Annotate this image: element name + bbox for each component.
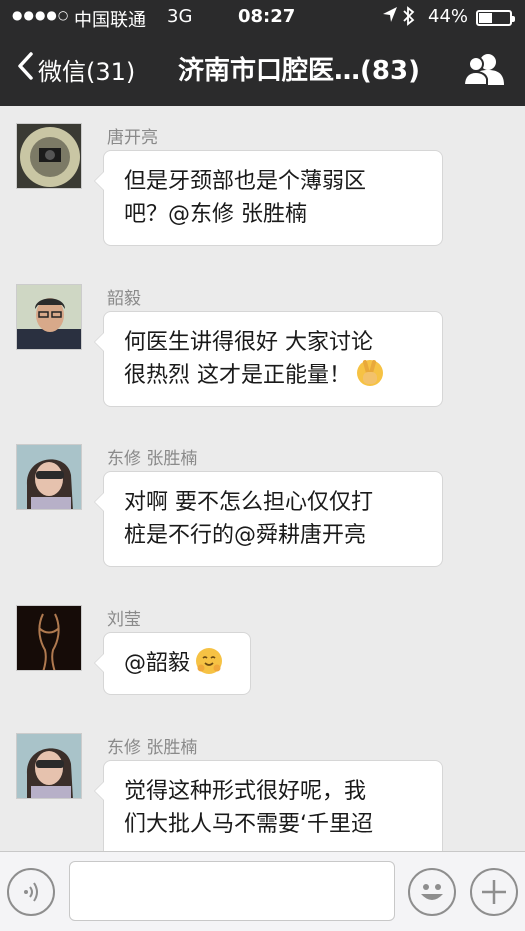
avatar[interactable] [16, 605, 82, 671]
message-line: 桩是不行的@舜耕唐开亮 [124, 523, 367, 548]
status-time: 08:27 [238, 6, 296, 27]
signal-strength: ●●●●○ [12, 8, 70, 22]
message-bubble[interactable]: 但是牙颈部也是个薄弱区 吧？@东修 张胜楠 [94, 150, 443, 246]
message-line: 们大批人马不需要‘千里迢 [124, 812, 373, 837]
message-line: 但是牙颈部也是个薄弱区 [124, 169, 367, 194]
sender-name: 东修 张胜楠 [107, 738, 198, 758]
input-bar [0, 851, 525, 931]
avatar[interactable] [16, 444, 82, 510]
message-bubble[interactable]: 觉得这种形式很好呢，我 们大批人马不需要‘千里迢 [94, 760, 443, 851]
battery-level [479, 13, 492, 23]
hugging-face-emoji [196, 648, 223, 674]
message-bubble[interactable]: @韶毅 [94, 632, 251, 695]
message-line: 吧？@东修 张胜楠 [124, 202, 307, 227]
chat-messages[interactable]: 唐开亮 但是牙颈部也是个薄弱区 吧？@东修 张胜楠 韶毅 何医生讲得很好 大家讨… [0, 106, 525, 851]
avatar[interactable] [16, 284, 82, 350]
message-line: 何医生讲得很好 大家讨论 [124, 330, 373, 355]
message-line: 觉得这种形式很好呢，我 [124, 779, 367, 804]
chevron-left-icon [16, 51, 34, 87]
location-arrow-icon [382, 6, 398, 28]
sender-name: 东修 张胜楠 [107, 449, 198, 469]
emoji-icon[interactable] [408, 868, 456, 916]
message-line: @韶毅 [124, 647, 230, 680]
message-input[interactable] [69, 861, 395, 921]
avatar[interactable] [16, 123, 82, 189]
battery-percent: 44% [428, 6, 469, 27]
message-line: 很热烈 这才是正能量！ [124, 359, 422, 392]
battery-icon [476, 10, 515, 26]
bluetooth-icon [402, 5, 416, 32]
plus-icon[interactable] [470, 868, 518, 916]
message-line: 对啊 要不怎么担心仅仅打 [124, 490, 373, 515]
network-type: 3G [167, 6, 193, 27]
sender-name: 唐开亮 [107, 128, 158, 148]
avatar[interactable] [16, 733, 82, 799]
voice-input-icon[interactable] [7, 868, 55, 916]
chat-header: 微信(31) 济南市口腔医…(83) [0, 36, 525, 106]
sender-name: 刘莹 [107, 610, 141, 630]
carrier-name: 中国联通 [74, 10, 146, 31]
group-members-icon[interactable] [462, 52, 504, 86]
message-bubble[interactable]: 何医生讲得很好 大家讨论 很热烈 这才是正能量！ [94, 311, 443, 407]
status-bar: ●●●●○ 中国联通 3G 08:27 44% [0, 0, 525, 36]
sender-name: 韶毅 [107, 289, 141, 309]
back-label: 微信(31) [38, 57, 136, 86]
message-bubble[interactable]: 对啊 要不怎么担心仅仅打 桩是不行的@舜耕唐开亮 [94, 471, 443, 567]
top-bar: ●●●●○ 中国联通 3G 08:27 44% 微信(31) 济南市口腔医…(8… [0, 0, 525, 106]
victory-hand-emoji [357, 360, 383, 386]
back-button[interactable]: 微信(31) [16, 51, 135, 87]
chat-title: 济南市口腔医…(83) [178, 56, 420, 86]
